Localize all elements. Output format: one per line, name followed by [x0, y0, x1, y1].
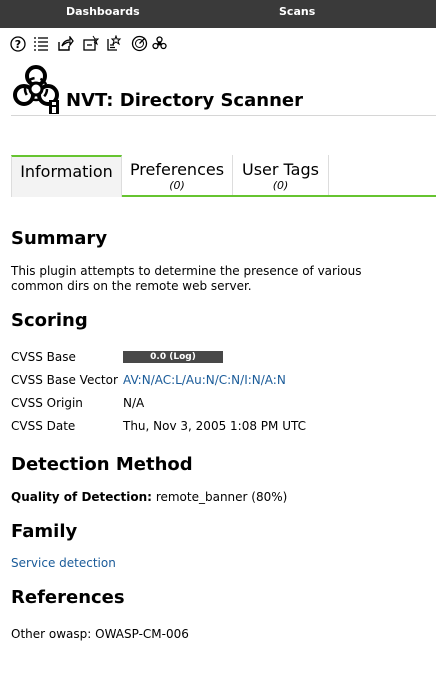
export-icon[interactable] — [57, 35, 74, 52]
tab-preferences[interactable]: Preferences (0) — [122, 155, 233, 195]
help-icon[interactable]: ? — [9, 35, 26, 52]
list-icon[interactable] — [32, 35, 49, 52]
top-navigation-bar: Dashboards Scans — [0, 0, 436, 28]
cvss-base-value: 0.0 (Log) — [150, 352, 196, 362]
vulnerabilities-icon[interactable] — [151, 35, 168, 52]
references-heading: References — [11, 587, 125, 608]
new-override-icon[interactable] — [82, 35, 99, 52]
tab-user-tags-label: User Tags — [242, 160, 319, 179]
cvss-origin-value: N/A — [123, 396, 145, 410]
nav-scans[interactable]: Scans — [279, 5, 315, 18]
page-title: NVT: Directory Scanner — [66, 90, 303, 111]
header-divider — [11, 115, 436, 116]
results-icon[interactable] — [131, 35, 148, 52]
reference-item: Other owasp: OWASP-CM-006 — [11, 627, 189, 641]
cvss-date-label: CVSS Date — [11, 419, 76, 433]
biohazard-icon — [11, 64, 61, 114]
summary-heading: Summary — [11, 228, 108, 249]
cvss-origin-label: CVSS Origin — [11, 396, 83, 410]
cvss-base-label: CVSS Base — [11, 350, 76, 364]
new-note-icon[interactable] — [105, 35, 122, 52]
family-link[interactable]: Service detection — [11, 556, 116, 571]
tab-information-label: Information — [20, 162, 113, 181]
nav-dashboards[interactable]: Dashboards — [66, 5, 140, 18]
tab-user-tags[interactable]: User Tags (0) — [233, 155, 329, 195]
tab-information[interactable]: Information — [11, 155, 122, 197]
qod-row: Quality of Detection: remote_banner (80%… — [11, 490, 287, 505]
cvss-severity-bar: 0.0 (Log) — [123, 351, 223, 363]
family-heading: Family — [11, 521, 78, 542]
svg-text:?: ? — [14, 38, 20, 51]
summary-text-line-1: This plugin attempts to determine the pr… — [11, 264, 362, 278]
qod-value: remote_banner (80%) — [155, 490, 288, 504]
tab-preferences-count: (0) — [169, 179, 185, 192]
tab-underline — [122, 195, 436, 197]
summary-text-line-2: common dirs on the remote web server. — [11, 279, 252, 293]
cvss-date-value: Thu, Nov 3, 2005 1:08 PM UTC — [123, 419, 306, 433]
tab-bar: Information Preferences (0) User Tags (0… — [11, 155, 436, 197]
tab-user-tags-count: (0) — [272, 179, 289, 192]
scoring-heading: Scoring — [11, 310, 88, 331]
qod-label: Quality of Detection: — [11, 490, 152, 504]
tab-preferences-label: Preferences — [129, 160, 225, 179]
cvss-vector-link[interactable]: AV:N/AC:L/Au:N/C:N/I:N/A:N — [123, 373, 286, 387]
cvss-vector-label: CVSS Base Vector — [11, 373, 118, 387]
detection-heading: Detection Method — [11, 454, 193, 475]
